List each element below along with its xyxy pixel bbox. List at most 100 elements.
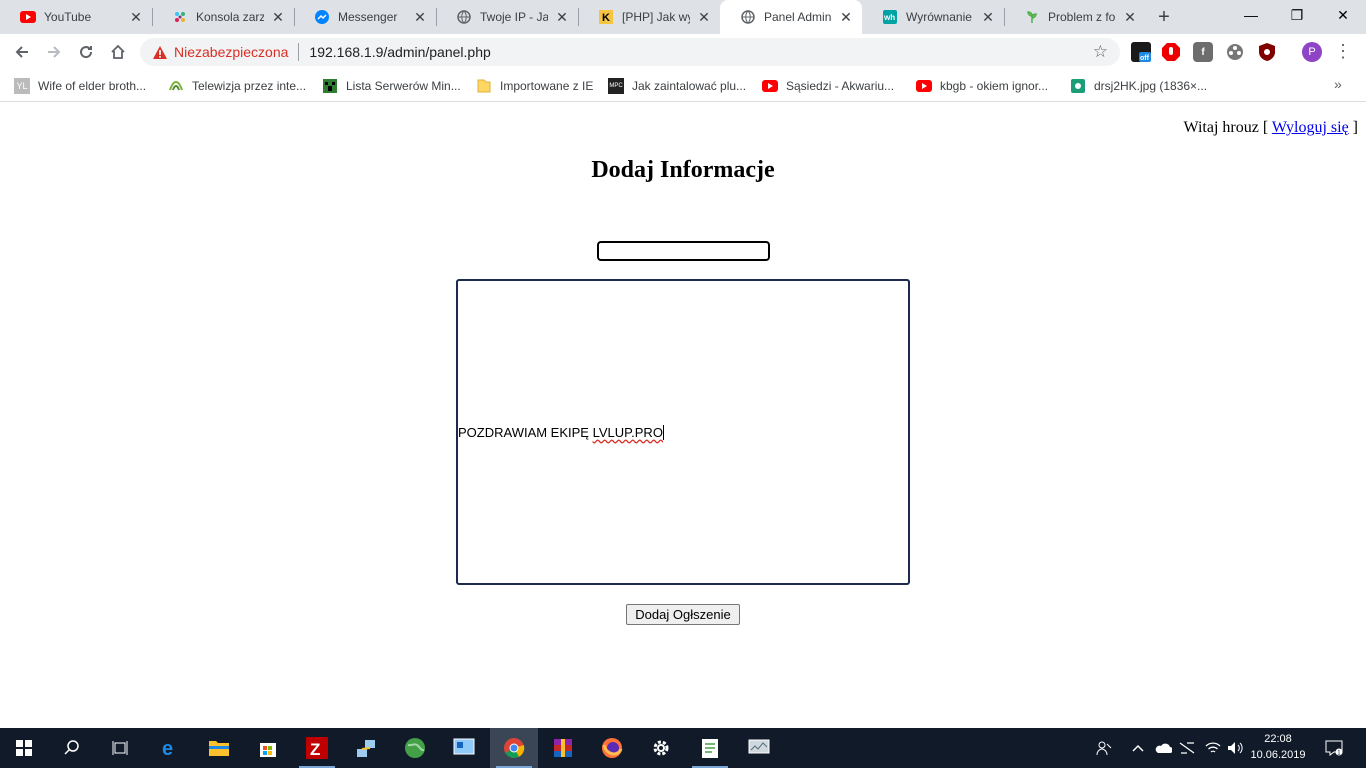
globe-icon (456, 9, 472, 25)
globe-icon (740, 9, 756, 25)
film-reel-extension-icon[interactable] (1225, 42, 1245, 62)
close-icon[interactable]: ✕ (554, 9, 570, 25)
winrar-icon[interactable] (539, 728, 587, 768)
address-bar[interactable]: Niezabezpieczona 192.168.1.9/admin/panel… (140, 38, 1120, 66)
divider (298, 43, 300, 61)
tab-messenger[interactable]: Messenger ✕ (294, 0, 436, 34)
globe-app-icon[interactable] (391, 728, 439, 768)
notepad-icon[interactable] (686, 728, 734, 768)
close-icon[interactable]: ✕ (980, 9, 996, 25)
youtube-icon (916, 78, 932, 94)
bookmark-item[interactable]: MPC Jak zaintalować plu... (608, 76, 746, 96)
chevron-up-icon[interactable] (1128, 728, 1148, 768)
logout-link[interactable]: Wyloguj się (1272, 119, 1349, 136)
tab-panel-admina[interactable]: Panel Admina ✕ (720, 0, 862, 34)
menu-dots-icon[interactable]: ⋮ (1334, 40, 1352, 64)
onedrive-icon[interactable] (1152, 728, 1174, 768)
misspelled-word: LVLUP.PRO (592, 424, 663, 440)
task-view-icon[interactable] (96, 728, 144, 768)
network-app-icon[interactable] (342, 728, 390, 768)
close-icon[interactable]: ✕ (1122, 9, 1138, 25)
tv-icon (168, 78, 184, 94)
svg-text:Z: Z (310, 740, 320, 759)
bookmark-label: Jak zaintalować plu... (632, 79, 747, 93)
new-tab-button[interactable]: + (1152, 5, 1176, 29)
bookmark-item[interactable]: YL Wife of elder broth... (14, 76, 146, 96)
bookmark-label: Importowane z IE (500, 79, 594, 93)
bookmark-star-icon[interactable]: ☆ (1093, 42, 1108, 62)
minimize-button[interactable]: — (1228, 0, 1274, 30)
notifications-icon[interactable]: 1 (1320, 728, 1348, 768)
title-input[interactable] (597, 241, 770, 261)
bookmark-label: Wife of elder broth... (38, 79, 147, 93)
tab-title: YouTube (44, 10, 92, 24)
monitor-icon[interactable] (735, 728, 783, 768)
volume-icon[interactable] (1224, 728, 1246, 768)
youtube-icon (762, 78, 778, 94)
minecraft-icon (322, 78, 338, 94)
bookmark-item[interactable]: Sąsiedzi - Akwariu... (762, 76, 894, 96)
filezilla-icon[interactable]: Z (293, 728, 341, 768)
tab-title: Panel Admina (764, 10, 832, 24)
content-textarea[interactable]: POZDRAWIAM EKIPĘ LVLUP.PRO (456, 279, 910, 585)
forward-button[interactable] (40, 38, 68, 66)
chrome-icon[interactable] (490, 728, 538, 768)
slack-icon (172, 9, 188, 25)
people-icon[interactable] (1092, 728, 1116, 768)
folder-icon (476, 78, 492, 94)
tab-php[interactable]: K [PHP] Jak wyśw ✕ (578, 0, 720, 34)
firefox-icon[interactable] (588, 728, 636, 768)
control-panel-icon[interactable] (440, 728, 488, 768)
reload-button[interactable] (72, 38, 100, 66)
tab-title: [PHP] Jak wyśw (622, 10, 690, 24)
bookmark-item[interactable]: drsj2HK.jpg (1836×... (1070, 76, 1207, 96)
bookmark-item[interactable]: Importowane z IE (476, 76, 593, 96)
facebook-extension-icon[interactable]: f (1193, 42, 1213, 62)
search-icon[interactable] (48, 728, 96, 768)
welcome-prefix: Witaj hrouz [ (1183, 119, 1272, 136)
edge-icon[interactable]: e (146, 728, 194, 768)
page-content: Witaj hrouz [ Wyloguj się ] Dodaj Inform… (0, 103, 1366, 728)
tab-problem[interactable]: Problem z form ✕ (1004, 0, 1146, 34)
close-icon[interactable]: ✕ (270, 9, 286, 25)
clock-time: 22:08 (1264, 733, 1292, 745)
clock[interactable]: 22:08 10.06.2019 (1246, 731, 1310, 763)
bookmark-label: drsj2HK.jpg (1836×... (1094, 79, 1208, 93)
restore-button[interactable]: ❐ (1274, 0, 1320, 30)
url-text[interactable]: 192.168.1.9/admin/panel.php (309, 44, 490, 60)
close-icon[interactable]: ✕ (696, 9, 712, 25)
close-window-button[interactable]: ✕ (1320, 0, 1366, 30)
tab-twoje-ip[interactable]: Twoje IP - Jaki ✕ (436, 0, 578, 34)
close-icon[interactable]: ✕ (412, 9, 428, 25)
wifi-icon[interactable] (1202, 728, 1224, 768)
bookmark-item[interactable]: Lista Serwerów Min... (322, 76, 461, 96)
security-status[interactable]: Niezabezpieczona (174, 44, 288, 60)
content-text-plain: POZDRAWIAM EKIPĘ (458, 424, 593, 440)
chevron-right-icon[interactable]: » (1334, 76, 1342, 92)
messenger-icon (314, 9, 330, 25)
tab-wyrownanie[interactable]: wh Wyrównanie z ✕ (862, 0, 1004, 34)
start-icon[interactable] (0, 728, 48, 768)
profile-avatar[interactable]: P (1302, 42, 1322, 62)
back-button[interactable] (8, 38, 36, 66)
settings-icon[interactable] (637, 728, 685, 768)
tab-konsola[interactable]: Konsola zarząd ✕ (152, 0, 294, 34)
bookmark-item[interactable]: Telewizja przez inte... (168, 76, 306, 96)
close-icon[interactable]: ✕ (838, 9, 854, 25)
home-button[interactable] (104, 38, 132, 66)
store-icon[interactable] (244, 728, 292, 768)
input-method-icon[interactable] (1176, 728, 1198, 768)
bookmarks-bar: YL Wife of elder broth... Telewizja prze… (0, 70, 1366, 102)
tab-youtube[interactable]: YouTube ✕ (0, 0, 152, 34)
warning-icon[interactable] (152, 44, 168, 60)
home-icon (111, 44, 125, 59)
add-announcement-button[interactable]: Dodaj Ogłszenie (626, 604, 740, 625)
close-icon[interactable]: ✕ (128, 9, 144, 25)
file-explorer-icon[interactable] (195, 728, 243, 768)
adblock-icon[interactable] (1161, 42, 1181, 62)
tab-title: Messenger (338, 10, 398, 24)
bookmark-item[interactable]: kbgb - okiem ignor... (916, 76, 1048, 96)
sql-off-extension-icon[interactable]: off (1131, 42, 1151, 62)
ublock-icon[interactable] (1257, 42, 1277, 62)
image-icon (1070, 78, 1086, 94)
